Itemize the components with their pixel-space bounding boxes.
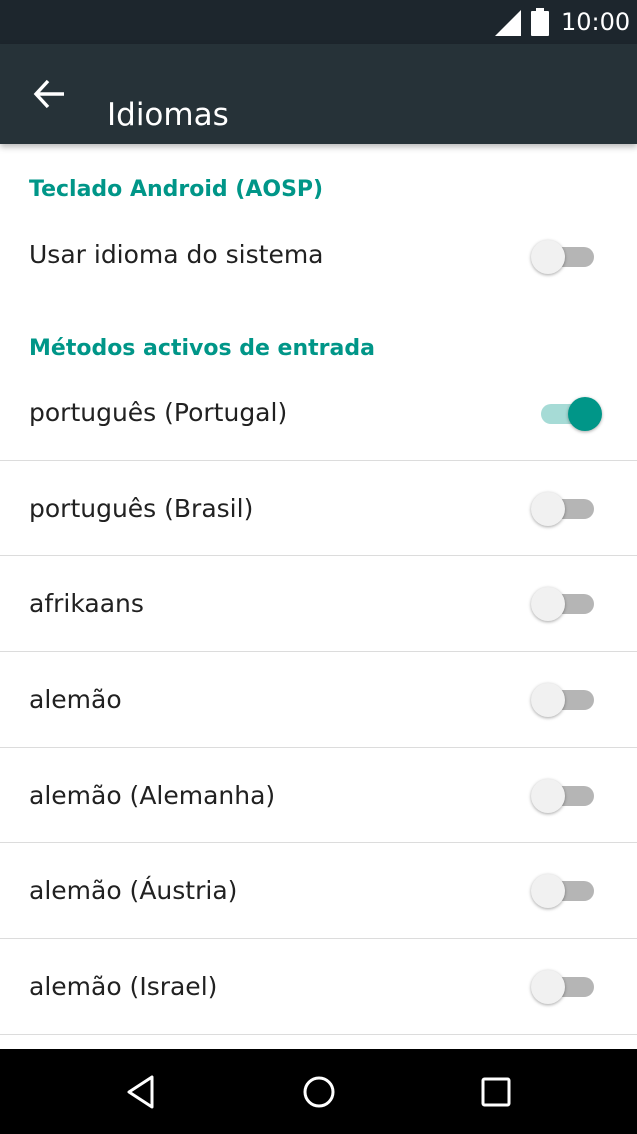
language-row-pt-br[interactable]: português (Brasil) [0, 461, 637, 556]
language-label: português (Brasil) [29, 494, 254, 523]
status-time: 10:00 [561, 8, 631, 36]
navigation-bar [0, 1049, 637, 1134]
language-row-de[interactable]: alemão [0, 652, 637, 748]
settings-list: Teclado Android (AOSP) Usar idioma do si… [0, 144, 637, 1049]
language-label: afrikaans [29, 589, 144, 618]
language-label: português (Portugal) [29, 398, 288, 427]
switch-thumb [531, 240, 565, 274]
home-circle-icon[interactable] [296, 1069, 342, 1115]
section-header-input-methods: Métodos activos de entrada [29, 336, 375, 361]
language-row-de-il[interactable]: alemão (Israel) [0, 939, 637, 1035]
language-row-af[interactable]: afrikaans [0, 556, 637, 652]
toggle-switch-pt-br[interactable] [531, 488, 605, 528]
cell-signal-icon [495, 10, 521, 36]
switch-thumb [531, 683, 565, 717]
battery-icon [531, 8, 549, 36]
toggle-switch-pt-pt[interactable] [531, 393, 605, 433]
toggle-switch-de-il[interactable] [531, 966, 605, 1006]
language-label: alemão (Áustria) [29, 876, 238, 905]
page-title: Idiomas [107, 96, 229, 133]
switch-thumb [531, 779, 565, 813]
language-label: alemão [29, 685, 122, 714]
section-header-aosp: Teclado Android (AOSP) [29, 177, 324, 202]
toggle-switch-de-at[interactable] [531, 870, 605, 910]
switch-thumb [568, 397, 602, 431]
recents-square-icon[interactable] [472, 1069, 518, 1115]
toggle-switch-de-de[interactable] [531, 775, 605, 815]
switch-thumb [531, 970, 565, 1004]
toggle-switch-de[interactable] [531, 679, 605, 719]
arrow-back-icon[interactable] [28, 74, 68, 114]
toggle-switch-af[interactable] [531, 583, 605, 623]
status-bar: 10:00 [0, 0, 637, 44]
language-row-de-at[interactable]: alemão (Áustria) [0, 843, 637, 939]
app-bar: Idiomas [0, 44, 637, 144]
switch-thumb [531, 874, 565, 908]
language-label: alemão (Alemanha) [29, 781, 276, 810]
switch-thumb [531, 587, 565, 621]
language-row-de-de[interactable]: alemão (Alemanha) [0, 748, 637, 843]
setting-label: Usar idioma do sistema [29, 240, 324, 269]
setting-row-system-language[interactable]: Usar idioma do sistema [0, 222, 637, 290]
switch-thumb [531, 492, 565, 526]
language-row-pt-pt[interactable]: português (Portugal) [0, 379, 637, 461]
language-label: alemão (Israel) [29, 972, 218, 1001]
back-triangle-icon[interactable] [118, 1069, 164, 1115]
toggle-switch-system-language[interactable] [531, 236, 605, 276]
